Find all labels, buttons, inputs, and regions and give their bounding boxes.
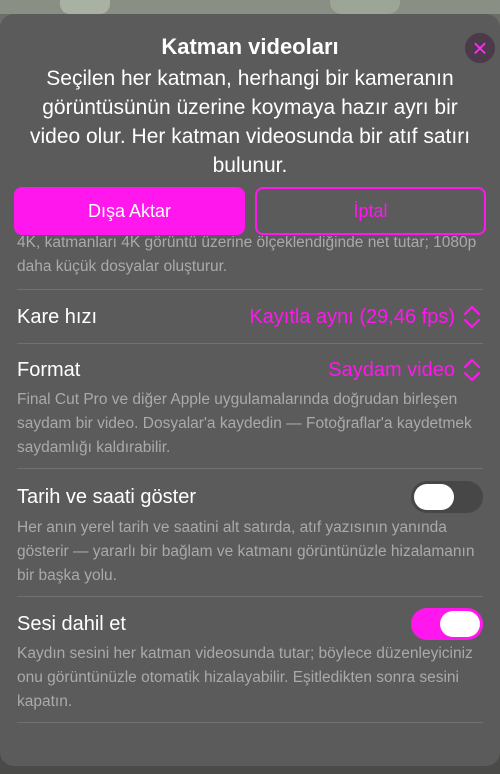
toggle-knob [414, 484, 454, 510]
datetime-description: Her anın yerel tarih ve saatini alt satı… [17, 519, 475, 584]
format-row[interactable]: Format Saydam video [17, 354, 483, 386]
datetime-label: Tarih ve saati göster [17, 486, 196, 508]
datetime-row: Tarih ve saati göster [17, 481, 483, 513]
toggle-knob [440, 611, 480, 637]
datetime-toggle[interactable] [411, 481, 483, 513]
divider [17, 343, 483, 344]
cancel-button[interactable]: İptal [255, 187, 486, 235]
divider [17, 468, 483, 469]
settings-list[interactable]: 4K, katmanları 4K görüntü üzerine ölçekl… [0, 236, 500, 766]
resolution-description: 4K, katmanları 4K görüntü üzerine ölçekl… [17, 236, 477, 275]
format-description: Final Cut Pro ve diğer Apple uygulamalar… [17, 391, 472, 456]
frame-rate-value[interactable]: Kayıtla aynı (29,46 fps) [249, 301, 455, 333]
background-photo-strip [0, 0, 500, 14]
chevron-up-down-icon[interactable] [461, 356, 483, 384]
layer-videos-sheet: Katman videoları × Seçilen her katman, h… [0, 14, 500, 766]
audio-toggle[interactable] [411, 608, 483, 640]
dialog-title: Katman videoları [161, 34, 339, 59]
frame-rate-label: Kare hızı [17, 306, 98, 328]
chevron-up-down-icon[interactable] [461, 303, 483, 331]
format-label: Format [17, 359, 81, 381]
close-icon[interactable]: × [465, 33, 495, 63]
divider [17, 722, 483, 723]
audio-row: Sesi dahil et [17, 608, 483, 640]
export-button[interactable]: Dışa Aktar [14, 187, 245, 235]
divider [17, 596, 483, 597]
audio-label: Sesi dahil et [17, 613, 126, 635]
frame-rate-row[interactable]: Kare hızı Kayıtla aynı (29,46 fps) [17, 301, 483, 333]
format-value[interactable]: Saydam video [328, 354, 455, 386]
divider [17, 289, 483, 290]
dialog-subtitle: Seçilen her katman, herhangi bir kameran… [29, 67, 471, 177]
audio-description: Kaydın sesini her katman videosunda tuta… [17, 645, 473, 710]
